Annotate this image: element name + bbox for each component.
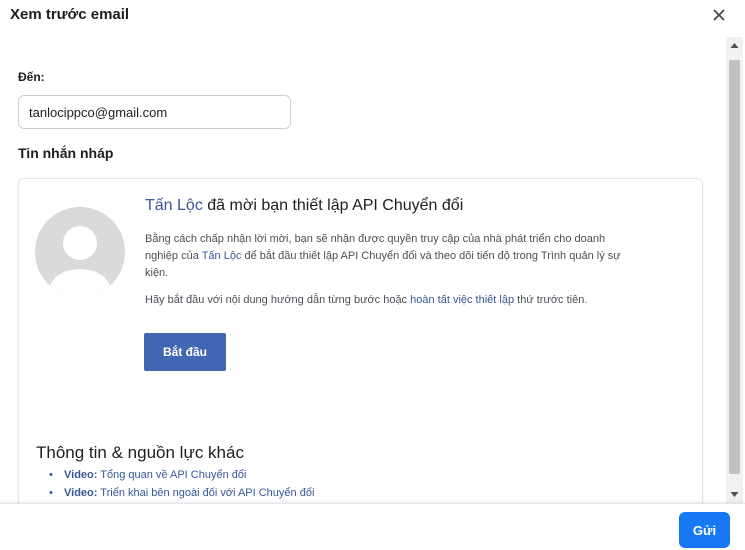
draft-message-label: Tin nhắn nháp [18, 145, 114, 161]
scroll-down-button[interactable] [726, 486, 743, 503]
send-button[interactable]: Gửi [679, 512, 730, 548]
complete-setup-link[interactable]: hoàn tất việc thiết lập [410, 294, 514, 306]
inviter-name-link[interactable]: Tấn Lộc [145, 197, 203, 214]
list-item[interactable]: Video: Tổng quan về API Chuyển đổi [49, 466, 314, 484]
triangle-down-icon [730, 492, 739, 497]
scrollbar[interactable] [726, 37, 743, 503]
scroll-thumb[interactable] [729, 60, 740, 474]
close-button[interactable] [708, 4, 730, 26]
dialog-footer: Gửi [0, 503, 745, 550]
headline-text: đã mời bạn thiết lập API Chuyển đổi [202, 197, 464, 214]
to-label: Đến: [18, 70, 45, 84]
list-item[interactable]: Video: Triển khai bên ngoài đối với API … [49, 484, 314, 502]
video-link[interactable]: Triển khai bên ngoài đối với API Chuyển … [97, 487, 314, 499]
email-headline: Tấn Lộc đã mời bạn thiết lập API Chuyển … [145, 197, 463, 215]
scroll-up-button[interactable] [726, 37, 743, 54]
dialog-header: Xem trước email [0, 0, 745, 30]
dialog-title: Xem trước email [10, 6, 130, 23]
video-prefix: Video: [64, 487, 98, 499]
dialog-content: Đến: Tin nhắn nháp Tấn Lộc đã mời bạn th… [0, 30, 726, 503]
more-resources-list: Video: Tổng quan về API Chuyển đổi Video… [49, 466, 314, 502]
paragraph-2-text-b: thứ trước tiên. [514, 294, 588, 306]
start-button[interactable]: Bắt đầu [144, 333, 226, 371]
email-paragraph-2: Hãy bắt đầu với nội dung hướng dẫn từng … [145, 292, 665, 309]
email-paragraph-1: Bằng cách chấp nhận lời mời, bạn sẽ nhận… [145, 231, 625, 282]
video-prefix: Video: [64, 469, 98, 481]
to-email-field[interactable] [18, 95, 291, 129]
person-placeholder-icon [35, 207, 125, 297]
email-preview-card: Tấn Lộc đã mời bạn thiết lập API Chuyển … [18, 178, 703, 503]
avatar [35, 207, 125, 297]
video-link[interactable]: Tổng quan về API Chuyển đổi [97, 469, 246, 481]
paragraph-2-text-a: Hãy bắt đầu với nội dung hướng dẫn từng … [145, 294, 411, 306]
more-resources-title: Thông tin & nguồn lực khác [36, 443, 244, 462]
close-icon [713, 9, 725, 21]
inviter-business-link[interactable]: Tấn Lộc [202, 250, 242, 262]
triangle-up-icon [730, 43, 739, 48]
